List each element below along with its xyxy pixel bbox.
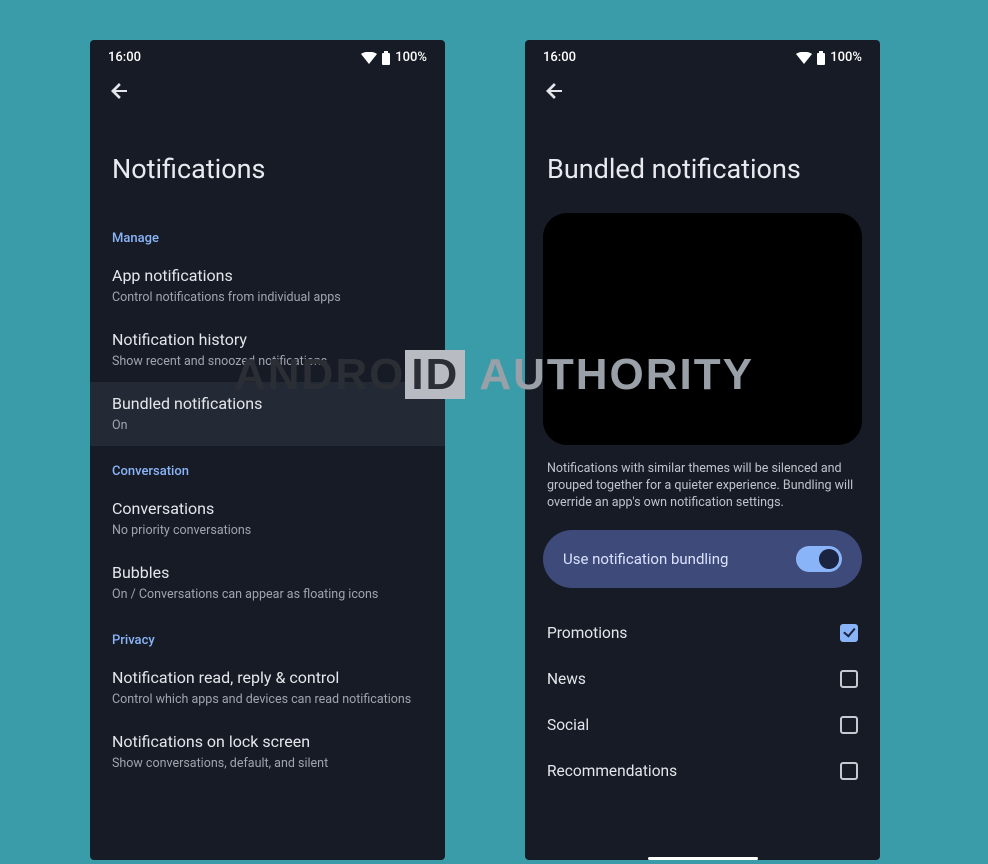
setting-subtitle: Control notifications from individual ap… bbox=[112, 290, 423, 306]
status-battery-pct: 100% bbox=[830, 50, 862, 65]
status-battery-pct: 100% bbox=[395, 50, 427, 65]
checkbox-unchecked-icon[interactable] bbox=[840, 716, 858, 734]
status-bar: 16:00 100% bbox=[90, 40, 445, 71]
setting-title: Notification history bbox=[112, 330, 423, 351]
setting-title: Conversations bbox=[112, 499, 423, 520]
screenshot-bundled-notifications: 16:00 100% Bundled notifications Notific… bbox=[525, 40, 880, 860]
wifi-icon bbox=[796, 52, 812, 64]
setting-subtitle: On bbox=[112, 418, 423, 434]
category-row[interactable]: News bbox=[525, 656, 880, 702]
switch-on-icon bbox=[796, 546, 842, 572]
setting-subtitle: Show recent and snoozed notifications bbox=[112, 354, 423, 370]
setting-subtitle: Control which apps and devices can read … bbox=[112, 692, 423, 708]
wifi-icon bbox=[361, 52, 377, 64]
setting-item[interactable]: Notifications on lock screen Show convers… bbox=[90, 720, 445, 784]
setting-title: Notification read, reply & control bbox=[112, 668, 423, 689]
category-row[interactable]: Promotions bbox=[525, 610, 880, 656]
checkbox-unchecked-icon[interactable] bbox=[840, 670, 858, 688]
battery-icon bbox=[816, 51, 826, 65]
gesture-bar bbox=[648, 857, 758, 860]
setting-item[interactable]: Notification read, reply & control Contro… bbox=[90, 656, 445, 720]
setting-item[interactable]: Bundled notifications On bbox=[90, 382, 445, 446]
setting-title: Bubbles bbox=[112, 563, 423, 584]
section-header: Conversation bbox=[90, 446, 445, 487]
checkbox-checked-icon[interactable] bbox=[840, 624, 858, 642]
section-header: Manage bbox=[90, 213, 445, 254]
setting-title: Bundled notifications bbox=[112, 394, 423, 415]
checkbox-unchecked-icon[interactable] bbox=[840, 762, 858, 780]
category-row[interactable]: Recommendations bbox=[525, 748, 880, 794]
category-label: Social bbox=[547, 716, 589, 734]
setting-item[interactable]: Conversations No priority conversations bbox=[90, 487, 445, 551]
setting-item[interactable]: Notification history Show recent and snoo… bbox=[90, 318, 445, 382]
category-label: News bbox=[547, 670, 586, 688]
setting-subtitle: On / Conversations can appear as floatin… bbox=[112, 587, 423, 603]
setting-title: Notifications on lock screen bbox=[112, 732, 423, 753]
screenshot-notifications: 16:00 100% Notifications ManageApp notif… bbox=[90, 40, 445, 860]
setting-title: App notifications bbox=[112, 266, 423, 287]
battery-icon bbox=[381, 51, 391, 65]
setting-item[interactable]: Bubbles On / Conversations can appear as … bbox=[90, 551, 445, 615]
status-time: 16:00 bbox=[108, 50, 141, 65]
category-row[interactable]: Social bbox=[525, 702, 880, 748]
use-notification-bundling-toggle[interactable]: Use notification bundling bbox=[543, 530, 862, 588]
status-bar: 16:00 100% bbox=[525, 40, 880, 71]
toggle-label: Use notification bundling bbox=[563, 550, 728, 568]
category-label: Recommendations bbox=[547, 762, 677, 780]
back-button[interactable] bbox=[108, 79, 132, 103]
setting-item[interactable]: App notifications Control notifications f… bbox=[90, 254, 445, 318]
page-title: Bundled notifications bbox=[525, 107, 880, 213]
preview-placeholder bbox=[543, 213, 862, 445]
status-time: 16:00 bbox=[543, 50, 576, 65]
section-header: Privacy bbox=[90, 615, 445, 656]
setting-subtitle: No priority conversations bbox=[112, 523, 423, 539]
category-label: Promotions bbox=[547, 624, 627, 642]
setting-subtitle: Show conversations, default, and silent bbox=[112, 756, 423, 772]
back-button[interactable] bbox=[543, 79, 567, 103]
description-text: Notifications with similar themes will b… bbox=[525, 457, 880, 530]
page-title: Notifications bbox=[90, 107, 445, 213]
